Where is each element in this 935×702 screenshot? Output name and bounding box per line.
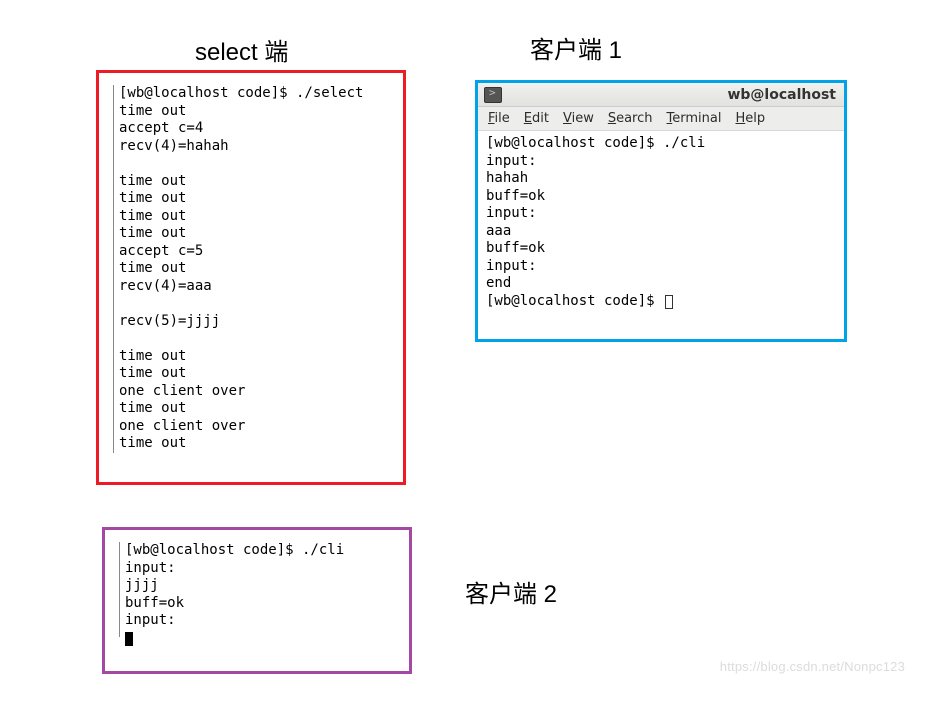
menu-file[interactable]: File	[488, 111, 510, 126]
terminal-menubar: File Edit View Search Terminal Help	[478, 107, 844, 131]
menu-view[interactable]: View	[563, 111, 594, 126]
client1-terminal-body: [wb@localhost code]$ ./cli input: hahah …	[478, 131, 844, 318]
heading-client2: 客户端 2	[465, 574, 557, 609]
client2-terminal-body: [wb@localhost code]$ ./cli input: jjjj b…	[105, 530, 409, 659]
menu-search[interactable]: Search	[608, 111, 653, 126]
cursor-icon	[665, 295, 673, 309]
select-terminal-panel: [wb@localhost code]$ ./select time out a…	[96, 70, 406, 485]
menu-edit[interactable]: Edit	[524, 111, 549, 126]
select-terminal-output: [wb@localhost code]$ ./select time out a…	[119, 85, 389, 453]
scroll-rule	[113, 85, 114, 453]
client1-terminal-panel: wb@localhost File Edit View Search Termi…	[475, 80, 847, 342]
heading-client1: 客户端 1	[530, 30, 622, 65]
client2-output-text: [wb@localhost code]$ ./cli input: jjjj b…	[125, 542, 344, 628]
select-terminal-body: [wb@localhost code]$ ./select time out a…	[99, 73, 403, 465]
terminal-title: wb@localhost	[727, 87, 836, 103]
heading-select: select 端	[195, 32, 288, 67]
cursor-icon	[125, 632, 133, 646]
watermark: https://blog.csdn.net/Nonpc123	[720, 659, 905, 674]
menu-help[interactable]: Help	[735, 111, 765, 126]
client2-terminal-output: [wb@localhost code]$ ./cli input: jjjj b…	[125, 542, 395, 647]
menu-terminal[interactable]: Terminal	[667, 111, 722, 126]
terminal-icon	[484, 87, 502, 103]
client2-terminal-panel: [wb@localhost code]$ ./cli input: jjjj b…	[102, 527, 412, 674]
client1-output-text: [wb@localhost code]$ ./cli input: hahah …	[486, 135, 705, 309]
scroll-rule	[119, 542, 120, 637]
terminal-titlebar: wb@localhost	[478, 83, 844, 107]
client1-terminal-output: [wb@localhost code]$ ./cli input: hahah …	[486, 135, 836, 310]
